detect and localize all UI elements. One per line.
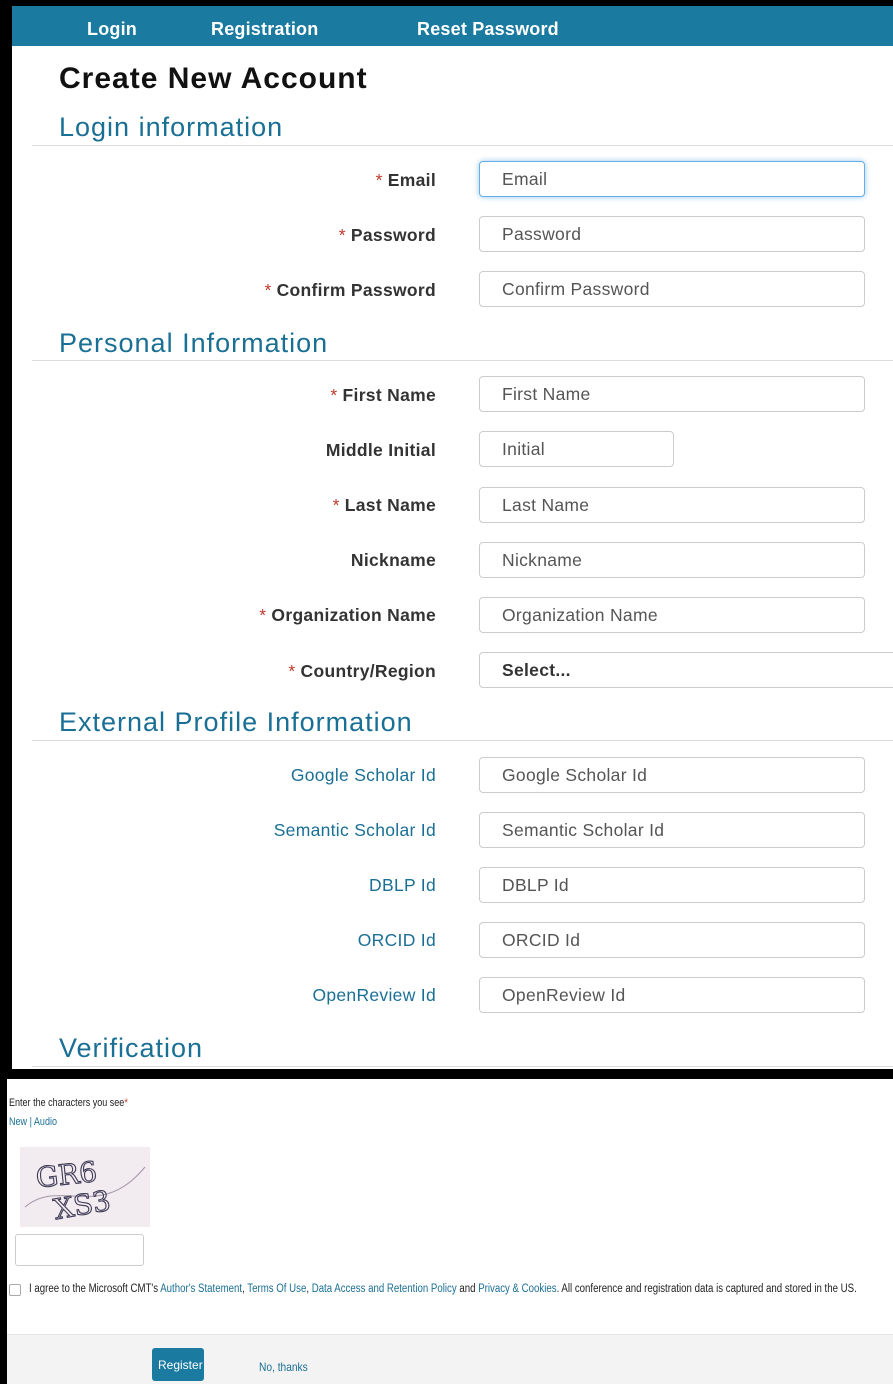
- country-region-label: * Country/Region: [288, 661, 436, 681]
- semantic-scholar-label: Semantic Scholar Id: [273, 820, 436, 840]
- required-marker: *: [264, 280, 272, 300]
- confirm-password-field[interactable]: [479, 271, 865, 307]
- google-scholar-field[interactable]: [479, 757, 865, 793]
- nickname-field[interactable]: [479, 542, 865, 578]
- password-field[interactable]: [479, 216, 865, 252]
- nav-login-link[interactable]: Login: [87, 19, 137, 40]
- agreement-text: I agree to the Microsoft CMT's Author's …: [29, 1283, 857, 1295]
- page-title: Create New Account: [59, 62, 368, 95]
- terms-of-use-link[interactable]: Terms Of Use: [247, 1283, 306, 1295]
- confirm-password-label: * Confirm Password: [264, 280, 436, 300]
- orcid-label: ORCID Id: [357, 930, 436, 950]
- required-marker: *: [288, 661, 296, 681]
- registration-form-panel: Login Registration Reset Password Create…: [12, 6, 893, 1069]
- captcha-link-separator: |: [29, 1116, 32, 1128]
- nav-registration-link[interactable]: Registration: [211, 19, 318, 40]
- section-divider: [32, 1066, 893, 1067]
- last-name-field[interactable]: [479, 487, 865, 523]
- section-divider: [32, 740, 893, 741]
- country-region-select[interactable]: Select...: [479, 652, 893, 688]
- first-name-label: * First Name: [330, 385, 436, 405]
- required-marker: *: [330, 385, 338, 405]
- no-thanks-link[interactable]: No, thanks: [259, 1360, 308, 1374]
- captcha-image: GR6 XS3: [20, 1147, 150, 1227]
- section-divider: [32, 145, 893, 146]
- verification-panel: Enter the characters you see* New | Audi…: [7, 1079, 893, 1384]
- required-marker: *: [375, 170, 383, 190]
- middle-initial-label: Middle Initial: [325, 440, 436, 460]
- google-scholar-label: Google Scholar Id: [290, 765, 436, 785]
- section-title-verification: Verification: [59, 1033, 204, 1063]
- last-name-label: * Last Name: [332, 495, 436, 515]
- captcha-input[interactable]: [15, 1234, 144, 1266]
- nav-reset-password-link[interactable]: Reset Password: [417, 19, 559, 40]
- required-marker: *: [338, 225, 346, 245]
- required-marker: *: [259, 605, 267, 625]
- register-button[interactable]: Register: [152, 1348, 204, 1381]
- email-label: * Email: [375, 170, 436, 190]
- organization-name-field[interactable]: [479, 597, 865, 633]
- organization-name-label: * Organization Name: [259, 605, 436, 625]
- captcha-prompt: Enter the characters you see*: [9, 1097, 128, 1109]
- section-title-external: External Profile Information: [59, 707, 413, 737]
- openreview-label: OpenReview Id: [312, 985, 436, 1005]
- captcha-audio-link[interactable]: Audio: [34, 1116, 57, 1128]
- dblp-field[interactable]: [479, 867, 865, 903]
- captcha-new-link[interactable]: New: [9, 1116, 27, 1128]
- openreview-field[interactable]: [479, 977, 865, 1013]
- middle-initial-field[interactable]: [479, 431, 674, 467]
- dblp-label: DBLP Id: [369, 875, 436, 895]
- email-field[interactable]: [479, 161, 865, 197]
- required-marker: *: [332, 495, 340, 515]
- section-divider: [32, 360, 893, 361]
- nickname-label: Nickname: [350, 550, 436, 570]
- section-title-personal: Personal Information: [59, 328, 329, 358]
- semantic-scholar-field[interactable]: [479, 812, 865, 848]
- orcid-field[interactable]: [479, 922, 865, 958]
- authors-statement-link[interactable]: Author's Statement: [160, 1283, 242, 1295]
- top-nav-bar: Login Registration Reset Password: [12, 6, 893, 46]
- data-policy-link[interactable]: Data Access and Retention Policy: [312, 1283, 457, 1295]
- first-name-field[interactable]: [479, 376, 865, 412]
- captcha-links: New | Audio: [9, 1116, 57, 1128]
- form-footer: Register No, thanks: [7, 1334, 893, 1384]
- password-label: * Password: [338, 225, 436, 245]
- section-title-login: Login information: [59, 112, 284, 142]
- privacy-cookies-link[interactable]: Privacy & Cookies: [478, 1283, 556, 1295]
- agree-checkbox[interactable]: [9, 1284, 21, 1296]
